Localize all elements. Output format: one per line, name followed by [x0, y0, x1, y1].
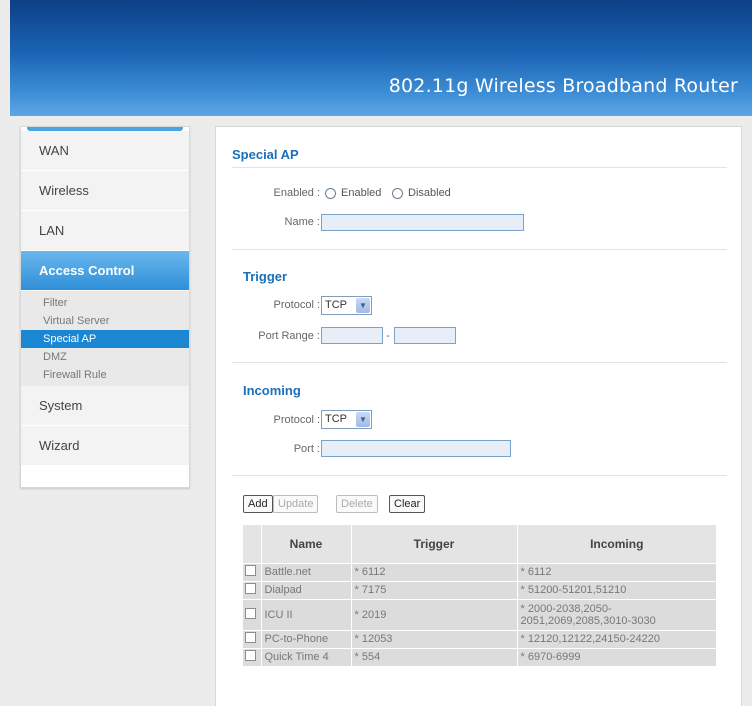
trigger-protocol-label: Protocol :: [273, 299, 320, 311]
row-incoming: * 6970-6999: [517, 647, 717, 666]
submenu-filter[interactable]: Filter: [21, 294, 189, 312]
column-header-incoming: Incoming: [517, 525, 717, 563]
row-checkbox[interactable]: [245, 565, 256, 576]
sidebar-item-wizard[interactable]: Wizard: [21, 426, 189, 466]
sidebar: WAN Wireless LAN Access Control Filter V…: [20, 126, 190, 488]
sidebar-item-wan[interactable]: WAN: [21, 131, 189, 171]
row-incoming: * 2000-2038,2050-2051,2069,2085,3010-303…: [517, 598, 717, 630]
trigger-title: Trigger: [243, 269, 288, 284]
row-name: Dialpad: [261, 580, 352, 599]
incoming-protocol-select[interactable]: TCP ▼: [321, 410, 372, 429]
row-checkbox-cell: [243, 629, 262, 648]
disabled-radio[interactable]: [392, 188, 403, 199]
row-name: PC-to-Phone: [261, 629, 352, 648]
trigger-port-to-input[interactable]: [394, 327, 456, 344]
table-row: Dialpad * 7175 * 51200-51201,51210: [243, 580, 717, 599]
sidebar-item-lan[interactable]: LAN: [21, 211, 189, 251]
row-checkbox[interactable]: [245, 607, 256, 619]
column-header-trigger: Trigger: [351, 525, 518, 563]
product-title: 802.11g Wireless Broadband Router: [388, 75, 738, 97]
row-trigger: * 7175: [351, 580, 518, 599]
update-button[interactable]: Update: [273, 495, 319, 513]
row-name: ICU II: [261, 598, 352, 630]
header-banner: 802.11g Wireless Broadband Router: [10, 0, 752, 116]
table-row: ICU II * 2019 * 2000-2038,2050-2051,2069…: [243, 598, 717, 630]
submenu-virtual-server[interactable]: Virtual Server: [21, 312, 189, 330]
incoming-port-label: Port :: [293, 443, 320, 455]
disabled-option-label: Disabled: [408, 187, 451, 199]
incoming-title: Incoming: [243, 383, 301, 398]
row-checkbox[interactable]: [245, 583, 256, 594]
page-title: Special AP: [232, 147, 299, 162]
submenu-special-ap[interactable]: Special AP: [21, 330, 189, 348]
row-checkbox[interactable]: [245, 632, 256, 643]
divider: [232, 362, 727, 363]
row-checkbox-cell: [243, 598, 262, 630]
clear-button[interactable]: Clear: [389, 495, 426, 513]
row-incoming: * 51200-51201,51210: [517, 580, 717, 599]
divider: [232, 475, 727, 476]
divider: [232, 167, 727, 168]
table-row: PC-to-Phone * 12053 * 12120,12122,24150-…: [243, 629, 717, 648]
enabled-label: Enabled :: [273, 187, 320, 199]
enabled-option-label: Enabled: [341, 187, 382, 199]
name-label: Name :: [284, 216, 320, 228]
delete-button[interactable]: Delete: [336, 495, 378, 513]
incoming-protocol-label: Protocol :: [273, 414, 320, 426]
divider: [232, 249, 727, 250]
checkbox-column-header: [243, 525, 262, 563]
trigger-port-from-input[interactable]: [321, 327, 383, 344]
row-trigger: * 12053: [351, 629, 518, 648]
submenu-dmz[interactable]: DMZ: [21, 348, 189, 366]
row-checkbox[interactable]: [245, 650, 256, 662]
sidebar-item-system[interactable]: System: [21, 386, 189, 426]
row-incoming: * 6112: [517, 562, 717, 581]
special-ap-table: Name Trigger Incoming Battle.net * 6112 …: [243, 525, 717, 666]
trigger-protocol-select[interactable]: TCP ▼: [321, 296, 372, 315]
submenu-firewall-rule[interactable]: Firewall Rule: [21, 366, 189, 384]
table-row: Quick Time 4 * 554 * 6970-6999: [243, 647, 717, 666]
row-trigger: * 6112: [351, 562, 518, 581]
row-trigger: * 2019: [351, 598, 518, 630]
column-header-name: Name: [261, 525, 352, 563]
table-row: Battle.net * 6112 * 6112: [243, 562, 717, 581]
row-name: Battle.net: [261, 562, 352, 581]
add-button[interactable]: Add: [243, 495, 273, 513]
incoming-port-input[interactable]: [321, 440, 511, 457]
incoming-protocol-value: TCP: [325, 413, 347, 425]
name-input[interactable]: [321, 214, 524, 231]
sidebar-item-wireless[interactable]: Wireless: [21, 171, 189, 211]
main-panel: Special AP Enabled : Enabled Disabled Na…: [215, 126, 742, 706]
trigger-protocol-value: TCP: [325, 299, 347, 311]
row-checkbox-cell: [243, 580, 262, 599]
enabled-radio[interactable]: [325, 188, 336, 199]
port-range-dash: -: [386, 330, 390, 342]
row-checkbox-cell: [243, 562, 262, 581]
row-name: Quick Time 4: [261, 647, 352, 666]
row-incoming: * 12120,12122,24150-24220: [517, 629, 717, 648]
row-trigger: * 554: [351, 647, 518, 666]
access-control-submenu: Filter Virtual Server Special AP DMZ Fir…: [21, 291, 189, 386]
chevron-down-icon: ▼: [356, 298, 370, 313]
row-checkbox-cell: [243, 647, 262, 666]
chevron-down-icon: ▼: [356, 412, 370, 427]
port-range-label: Port Range :: [258, 330, 320, 342]
sidebar-item-access-control[interactable]: Access Control: [21, 251, 189, 291]
